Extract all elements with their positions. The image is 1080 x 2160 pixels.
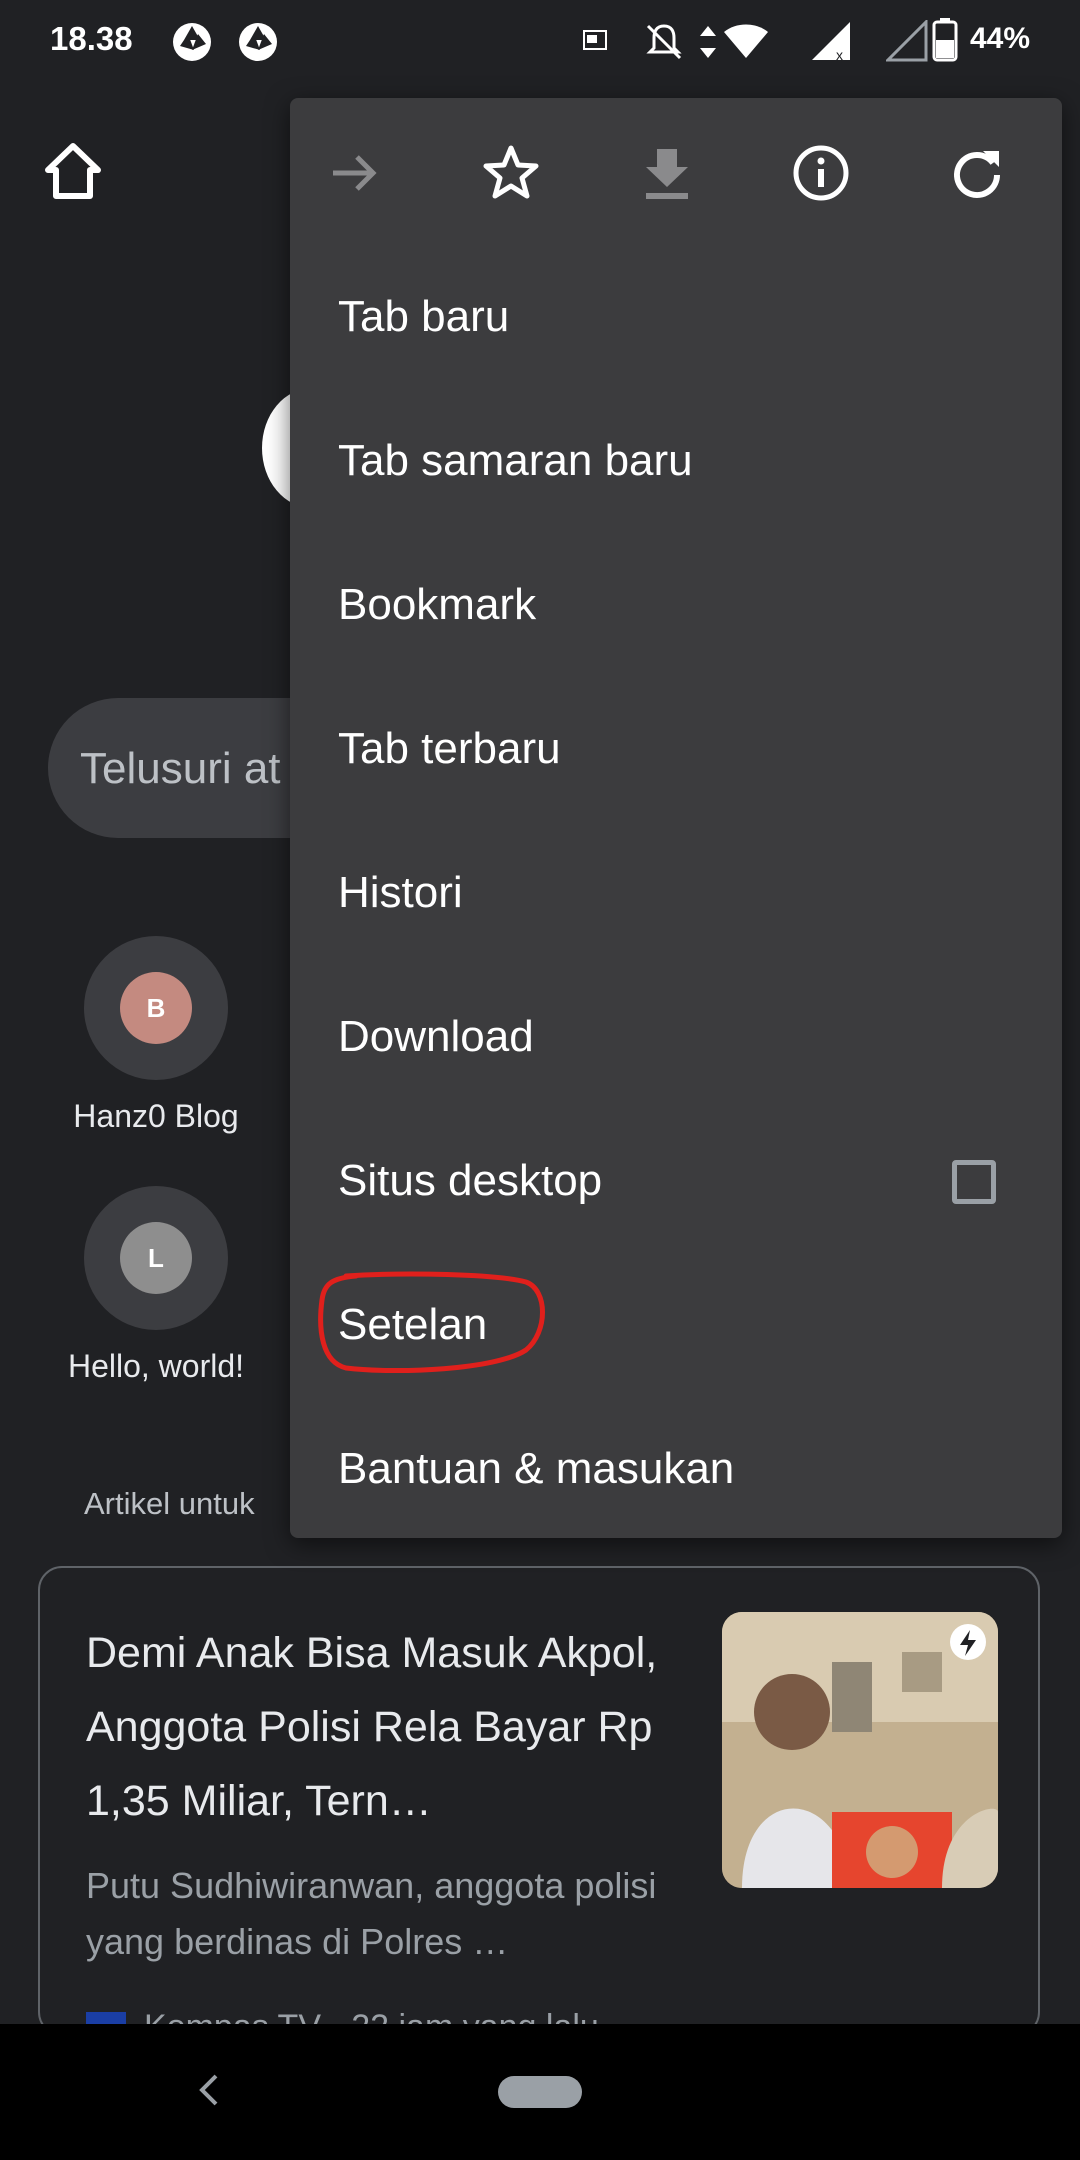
menu-item-bookmarks[interactable]: Bookmark <box>290 532 1062 676</box>
menu-item-help-feedback[interactable]: Bantuan & masukan <box>290 1396 1062 1540</box>
menu-item-label: Setelan <box>338 1300 488 1349</box>
menu-item-label: Tab terbaru <box>338 724 561 773</box>
menu-item-recent-tabs[interactable]: Tab terbaru <box>290 676 1062 820</box>
star-icon <box>483 145 539 199</box>
cell-signal-empty-icon <box>886 20 928 62</box>
shortcut-circle: B <box>84 936 228 1080</box>
svg-text:x: x <box>836 47 843 62</box>
article-thumbnail <box>722 1612 998 1888</box>
data-arrows-icon <box>700 26 716 58</box>
camera-aperture-icon <box>173 23 211 61</box>
battery-icon <box>932 18 958 62</box>
camera-aperture-icon <box>239 23 277 61</box>
status-bar: 18.38 x 44% <box>0 0 1080 84</box>
shortcut-avatar: L <box>120 1222 192 1294</box>
menu-item-label: Bookmark <box>338 580 537 629</box>
notifications-off-icon <box>646 24 682 60</box>
shortcut-avatar: B <box>120 972 192 1044</box>
home-button[interactable] <box>42 140 104 202</box>
feed-section-title: Artikel untuk <box>84 1486 255 1521</box>
menu-item-label: Tab samaran baru <box>338 436 693 485</box>
menu-item-settings[interactable]: Setelan <box>290 1252 1062 1396</box>
info-icon <box>793 145 849 201</box>
status-time: 18.38 <box>50 20 133 57</box>
download-icon <box>646 149 688 199</box>
download-page-button[interactable] <box>632 138 702 208</box>
menu-item-downloads[interactable]: Download <box>290 964 1062 1108</box>
menu-item-new-incognito-tab[interactable]: Tab samaran baru <box>290 388 1062 532</box>
shortcut-label: Hello, world! <box>67 1348 245 1384</box>
menu-item-label: Situs desktop <box>338 1156 603 1205</box>
back-icon[interactable] <box>194 2068 224 2112</box>
desktop-site-checkbox[interactable] <box>952 1160 996 1204</box>
bookmark-star-button[interactable] <box>476 138 546 208</box>
search-placeholder: Telusuri at <box>80 744 281 793</box>
menu-item-desktop-site[interactable]: Situs desktop <box>290 1108 1062 1252</box>
cell-signal-icon: x <box>812 22 850 62</box>
refresh-button[interactable] <box>942 138 1012 208</box>
article-title: Demi Anak Bisa Masuk Akpol, Anggota Poli… <box>86 1629 658 1825</box>
menu-item-label: Histori <box>338 868 463 917</box>
wifi-icon <box>724 24 768 58</box>
article-card[interactable]: Demi Anak Bisa Masuk Akpol, Anggota Poli… <box>38 1566 1040 2036</box>
battery-percentage: 44% <box>969 22 1030 55</box>
page-info-button[interactable] <box>786 138 856 208</box>
shortcut-circle: L <box>84 1186 228 1330</box>
menu-item-label: Tab baru <box>338 292 510 341</box>
home-icon <box>45 143 101 199</box>
shortcut-tile[interactable]: L Hello, world! <box>56 1186 256 1385</box>
system-nav-bar <box>0 2024 1080 2160</box>
menu-item-label: Download <box>338 1012 534 1061</box>
forward-icon <box>333 155 377 191</box>
article-snippet: Putu Sudhiwiranwan, anggota polisi yang … <box>86 1865 657 1962</box>
overflow-menu: Tab baru Tab samaran baru Bookmark Tab t… <box>290 98 1062 1538</box>
menu-icon-row <box>290 98 1062 248</box>
shortcut-tile[interactable]: B Hanz0 Blog <box>56 936 256 1135</box>
cast-icon <box>583 30 607 50</box>
refresh-icon <box>954 151 1000 198</box>
forward-button[interactable] <box>320 138 390 208</box>
menu-item-new-tab[interactable]: Tab baru <box>290 244 1062 388</box>
menu-item-history[interactable]: Histori <box>290 820 1062 964</box>
home-pill[interactable] <box>498 2076 582 2108</box>
shortcut-label: Hanz0 Blog <box>73 1098 239 1134</box>
menu-item-label: Bantuan & masukan <box>338 1444 735 1493</box>
